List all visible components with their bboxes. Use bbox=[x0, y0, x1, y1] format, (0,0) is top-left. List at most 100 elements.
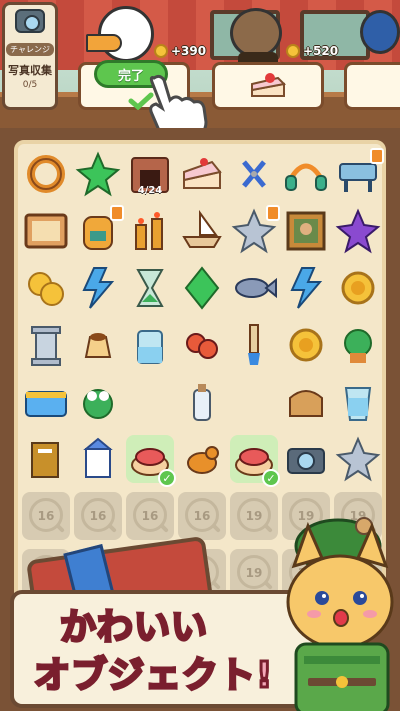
cake-slice-icon bbox=[251, 73, 287, 97]
board-item-headphones[interactable] bbox=[282, 150, 330, 198]
board-item-glass-jar[interactable] bbox=[126, 321, 174, 369]
map-frame-icon bbox=[24, 213, 68, 249]
board-item-map-frame[interactable] bbox=[22, 207, 70, 255]
plant-icon bbox=[344, 329, 372, 363]
unlock-level: 16 bbox=[37, 509, 55, 523]
board-item-plant[interactable] bbox=[334, 321, 382, 369]
locked-cell[interactable]: 16 bbox=[178, 492, 226, 540]
board-item-cake[interactable]: ✓ bbox=[230, 435, 280, 487]
energy-badge-icon bbox=[110, 205, 124, 221]
board-item-fish[interactable] bbox=[230, 264, 278, 312]
bread-icon bbox=[289, 390, 323, 417]
camera-icon bbox=[15, 9, 45, 33]
candles-icon bbox=[135, 212, 163, 250]
board-item-candles[interactable] bbox=[126, 207, 174, 255]
unlock-level: 16 bbox=[89, 509, 107, 523]
pelican-beak-icon bbox=[86, 34, 122, 52]
painting-icon bbox=[286, 211, 326, 251]
board-item-fireplace[interactable]: 4/24 bbox=[126, 150, 174, 198]
board-item-scissors[interactable] bbox=[230, 150, 278, 198]
board-item-coins[interactable] bbox=[22, 264, 70, 312]
promo-title-line1: かわいい bbox=[58, 606, 209, 650]
lunchbox-icon bbox=[25, 391, 67, 417]
bluebird-customer[interactable] bbox=[360, 10, 400, 54]
magnifier-handle bbox=[55, 523, 65, 533]
board-item-table-desk[interactable] bbox=[334, 148, 384, 198]
coin-icon bbox=[341, 271, 375, 305]
board-item-milk[interactable] bbox=[74, 435, 122, 483]
board-item-backpack[interactable] bbox=[74, 205, 124, 255]
photo-challenge-panel[interactable]: チャレンジ 写真収集 0/5 bbox=[2, 2, 58, 110]
board-item-lightning[interactable] bbox=[282, 264, 330, 312]
board-item-lightning[interactable] bbox=[74, 264, 122, 312]
board-item-coin[interactable] bbox=[282, 321, 330, 369]
locked-cell[interactable]: 16 bbox=[126, 492, 174, 540]
lightning-icon bbox=[290, 267, 323, 309]
board-item-pillar[interactable] bbox=[22, 321, 70, 369]
board-item-cake[interactable]: ✓ bbox=[126, 435, 176, 487]
glass-jar-icon bbox=[137, 330, 163, 364]
board-item-frog[interactable] bbox=[74, 378, 122, 426]
board-item-lunchbox[interactable] bbox=[22, 378, 70, 426]
order-card[interactable] bbox=[344, 62, 400, 110]
pillar-icon bbox=[31, 326, 61, 366]
board-item-bottle[interactable] bbox=[178, 378, 226, 426]
check-icon: ✓ bbox=[158, 469, 176, 487]
locked-cell[interactable]: 16 bbox=[74, 492, 122, 540]
empty-cell[interactable] bbox=[230, 378, 278, 426]
fish-icon bbox=[235, 277, 277, 299]
empty-cell[interactable] bbox=[126, 378, 174, 426]
unlock-level: 16 bbox=[141, 509, 159, 523]
coin-icon bbox=[289, 328, 323, 362]
promo-title-line2: オブジェクト! bbox=[32, 654, 274, 698]
bear-customer[interactable] bbox=[230, 8, 282, 58]
board-item-boat[interactable] bbox=[178, 207, 226, 255]
board-item-camera[interactable] bbox=[282, 435, 330, 483]
board-item-cat-toy[interactable] bbox=[178, 435, 226, 483]
hourglass-icon bbox=[136, 269, 164, 307]
board-item-star-green[interactable] bbox=[74, 150, 122, 198]
order-reward-value: +390 bbox=[171, 44, 207, 58]
board-item-coin[interactable] bbox=[334, 264, 382, 312]
magnifier-handle bbox=[107, 523, 117, 533]
board-item-painting[interactable] bbox=[282, 207, 330, 255]
unlock-level: 19 bbox=[245, 566, 263, 580]
locked-cell[interactable]: 19 bbox=[230, 492, 278, 540]
board-item-brush[interactable] bbox=[230, 321, 278, 369]
board-item-berries[interactable] bbox=[178, 321, 226, 369]
board-item-ring[interactable] bbox=[22, 150, 70, 198]
board-item-star-badge[interactable] bbox=[230, 205, 280, 255]
bottle-icon bbox=[193, 384, 211, 421]
magnifier-handle bbox=[263, 523, 273, 533]
magnifier-handle bbox=[263, 580, 273, 590]
energy-badge-icon bbox=[370, 148, 384, 164]
challenge-label: チャレンジ bbox=[6, 43, 54, 56]
challenge-title: 写真収集 bbox=[8, 64, 52, 77]
board-item-paper[interactable] bbox=[22, 435, 70, 483]
paper-icon bbox=[31, 442, 59, 478]
berries-icon bbox=[186, 333, 218, 359]
board-item-leaf[interactable] bbox=[178, 264, 226, 312]
locked-cell[interactable]: 16 bbox=[22, 492, 70, 540]
board-item-cup[interactable] bbox=[334, 378, 382, 426]
star-badge-icon bbox=[335, 436, 381, 482]
order-reward-value: +520 bbox=[303, 44, 339, 58]
game-screen: +390 +520 チャレンジ 写真収集 0/5 完了 4/24 ✓ ✓ 16 16 16… bbox=[0, 0, 400, 711]
board-item-star-badge[interactable] bbox=[334, 435, 382, 483]
order-card[interactable] bbox=[212, 62, 324, 110]
challenge-progress: 0/5 bbox=[22, 80, 38, 90]
board-item-bread[interactable] bbox=[282, 378, 330, 426]
magnifier-handle bbox=[159, 523, 169, 533]
camera-icon bbox=[287, 448, 325, 474]
coin-icon bbox=[154, 44, 168, 58]
board-item-star-purple[interactable] bbox=[334, 207, 382, 255]
scissors-icon bbox=[242, 160, 266, 188]
generator-counter: 4/24 bbox=[137, 185, 163, 196]
board-item-cake-slice[interactable] bbox=[178, 150, 226, 198]
star-purple-icon bbox=[335, 208, 381, 254]
magnifier-handle bbox=[211, 580, 221, 590]
board-item-hourglass[interactable] bbox=[126, 264, 174, 312]
board-item-pudding[interactable] bbox=[74, 321, 122, 369]
magnifier-handle bbox=[211, 523, 221, 533]
energy-badge-icon bbox=[266, 205, 280, 221]
